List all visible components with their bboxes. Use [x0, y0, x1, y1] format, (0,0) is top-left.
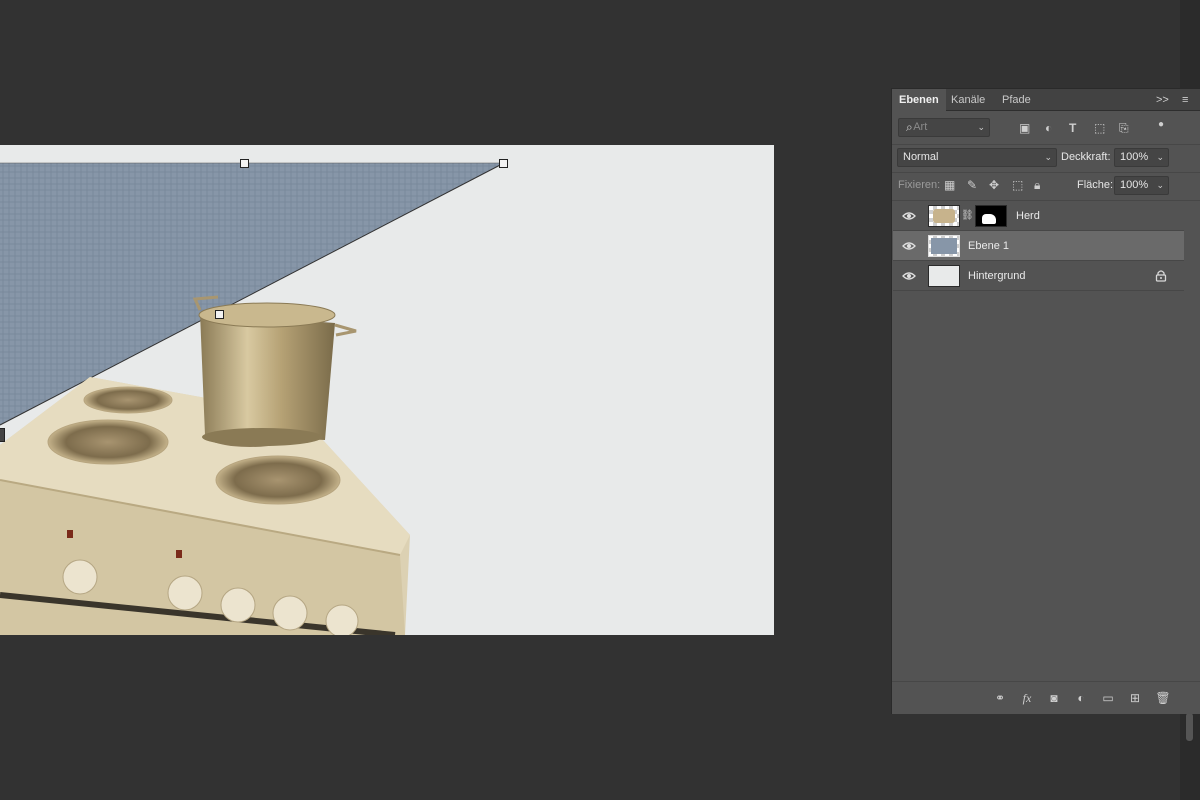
lock-paint-icon[interactable]: ✎: [967, 178, 977, 192]
divider: [892, 172, 1200, 173]
blend-row: Normal ⌄ Deckkraft: 100% ⌄: [892, 146, 1200, 170]
layer-mask-thumbnail[interactable]: [975, 205, 1007, 227]
lock-icon[interactable]: [1155, 269, 1167, 282]
fill-label: Fläche:: [1077, 179, 1114, 191]
document-canvas[interactable]: [0, 145, 774, 635]
new-layer-icon[interactable]: ⊞: [1127, 691, 1143, 705]
transform-handle-top-right[interactable]: [499, 159, 508, 168]
chevron-down-icon: ⌄: [1044, 152, 1052, 162]
fill-field[interactable]: 100% ⌄: [1114, 176, 1169, 195]
chevron-down-icon[interactable]: ⌄: [1156, 177, 1164, 194]
filter-text-icon[interactable]: T: [1069, 121, 1076, 135]
layers-panel: Ebenen Kanäle Pfade >> ≡ ⌕ Art ⌄ ▣ ◐ T ⬚…: [891, 88, 1200, 714]
filter-adjustment-icon[interactable]: ◐: [1045, 121, 1052, 135]
layer-row-herd[interactable]: ⛓︎ Herd: [893, 201, 1184, 231]
lock-artboard-icon[interactable]: ⬚: [1012, 178, 1023, 192]
link-icon[interactable]: ⛓︎: [961, 209, 974, 223]
layer-thumbnail: [928, 235, 960, 257]
lock-row: Fixieren: ▦ ✎ ✥ ⬚ 🔒︎ Fläche: 100% ⌄: [892, 174, 1200, 198]
mask-icon[interactable]: ◙: [1046, 691, 1062, 705]
lock-transparent-icon[interactable]: ▦: [944, 178, 955, 192]
filter-kind-placeholder: Art: [913, 121, 928, 133]
canvas-artwork: [0, 162, 505, 635]
transform-handle-top-center[interactable]: [240, 159, 249, 168]
chevron-down-icon[interactable]: ⌄: [1156, 149, 1164, 166]
tab-kanaele[interactable]: Kanäle: [944, 89, 992, 111]
layer-thumbnail: [928, 205, 960, 227]
transform-handle-middle[interactable]: [215, 310, 224, 319]
lock-label: Fixieren:: [898, 179, 941, 191]
filter-toggle-icon[interactable]: ●: [1158, 118, 1164, 132]
layer-name-hintergrund[interactable]: Hintergrund: [968, 270, 1025, 282]
layer-row-ebene-1[interactable]: Ebene 1: [893, 231, 1184, 261]
tab-pfade[interactable]: Pfade: [995, 89, 1038, 111]
filter-row: ⌕ Art ⌄ ▣ ◐ T ⬚ ⎘ ●: [892, 116, 1200, 142]
blend-mode-value: Normal: [903, 151, 939, 163]
layer-name-herd[interactable]: Herd: [1016, 210, 1040, 222]
layer-name-ebene-1[interactable]: Ebene 1: [968, 240, 1009, 252]
opacity-label: Deckkraft:: [1061, 151, 1111, 163]
layer-row-hintergrund[interactable]: Hintergrund: [893, 261, 1184, 291]
tab-ebenen[interactable]: Ebenen: [892, 89, 946, 111]
chevron-down-icon: ⌄: [977, 122, 985, 132]
eye-icon[interactable]: [902, 270, 916, 282]
search-icon: ⌕: [906, 120, 913, 134]
adjustment-icon[interactable]: ◐: [1073, 691, 1089, 705]
fx-icon[interactable]: fx: [1019, 691, 1035, 705]
divider: [892, 144, 1200, 145]
lock-all-icon[interactable]: 🔒︎: [1034, 178, 1040, 192]
lock-position-icon[interactable]: ✥: [989, 178, 999, 192]
blend-mode-select[interactable]: Normal ⌄: [897, 148, 1057, 167]
opacity-field[interactable]: 100% ⌄: [1114, 148, 1169, 167]
fill-value: 100%: [1120, 179, 1149, 191]
filter-image-icon[interactable]: ▣: [1019, 121, 1030, 135]
layer-thumbnail: [928, 265, 960, 287]
link-icon[interactable]: ⚭: [992, 691, 1008, 705]
filter-shape-icon[interactable]: ⬚: [1094, 121, 1105, 135]
folder-icon[interactable]: ▭: [1100, 691, 1116, 705]
transform-handle-left[interactable]: [0, 428, 5, 442]
layers-bottom-toolbar: ⚭ fx ◙ ◐ ▭ ⊞ 🗑︎: [892, 681, 1200, 713]
workspace: Ebenen Kanäle Pfade >> ≡ ⌕ Art ⌄ ▣ ◐ T ⬚…: [0, 0, 1200, 800]
filter-kind-select[interactable]: ⌕ Art ⌄: [898, 118, 990, 137]
scrollbar-thumb[interactable]: [1185, 712, 1194, 742]
eye-icon[interactable]: [902, 210, 916, 222]
collapse-panel-button[interactable]: >>: [1156, 89, 1169, 111]
panel-tabs: Ebenen Kanäle Pfade >> ≡: [892, 89, 1200, 111]
eye-icon[interactable]: [902, 240, 916, 252]
filter-smartobject-icon[interactable]: ⎘: [1119, 121, 1129, 135]
panel-menu-button[interactable]: ≡: [1182, 89, 1188, 111]
opacity-value: 100%: [1120, 151, 1149, 163]
trash-icon[interactable]: 🗑︎: [1155, 691, 1171, 705]
